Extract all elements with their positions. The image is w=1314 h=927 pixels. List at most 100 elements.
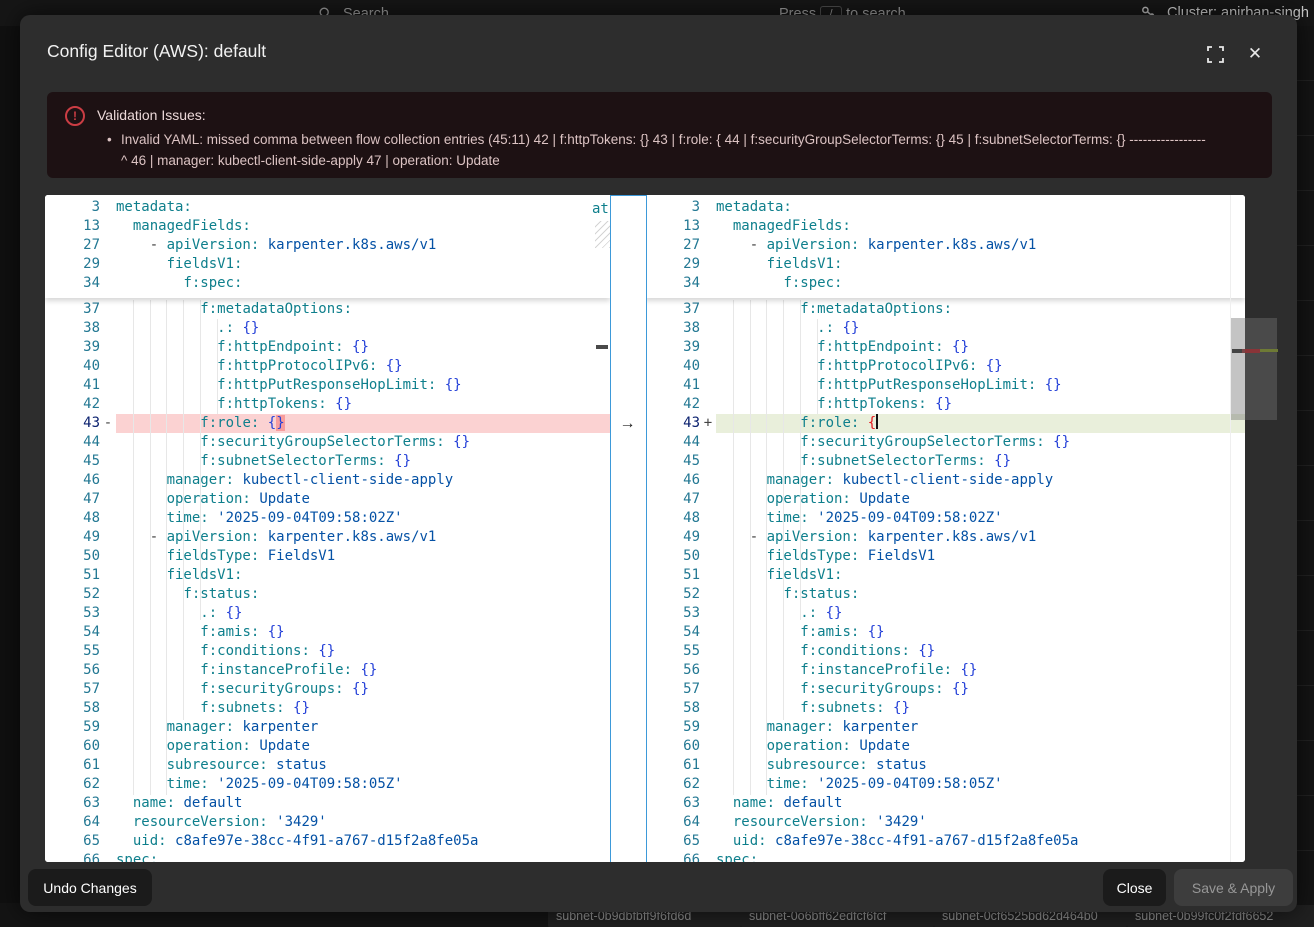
- line-number: 49: [45, 528, 100, 547]
- code-line: 49 - apiVersion: karpenter.k8s.aws/v1: [645, 528, 1245, 547]
- overview-marker: [596, 345, 608, 349]
- diff-sash[interactable]: [610, 195, 647, 862]
- code-line: 63 name: default: [45, 794, 610, 813]
- code-line: 41 f:httpPutResponseHopLimit: {}: [645, 376, 1245, 395]
- code-line: 44 f:securityGroupSelectorTerms: {}: [45, 433, 610, 452]
- code-text: time: '2025-09-04T09:58:05Z': [716, 775, 1245, 794]
- indent-guide: [766, 300, 767, 795]
- line-number: 48: [45, 509, 100, 528]
- code-line: 29 fieldsV1:: [645, 255, 1245, 274]
- code-text: f:httpEndpoint: {}: [716, 338, 1245, 357]
- hidden-region-hatch: [595, 221, 610, 248]
- line-number: 45: [645, 452, 700, 471]
- diff-sign: [700, 471, 716, 490]
- line-number: 64: [645, 813, 700, 832]
- diff-sign: [700, 547, 716, 566]
- code-text: f:amis: {}: [116, 623, 610, 642]
- line-number: 65: [645, 832, 700, 851]
- scrollbar-slider[interactable]: [1231, 318, 1245, 420]
- line-number: 62: [45, 775, 100, 794]
- code-line: 66spec:: [45, 851, 610, 862]
- code-text: f:instanceProfile: {}: [116, 661, 610, 680]
- code-text: name: default: [716, 794, 1245, 813]
- indent-guide: [217, 319, 218, 414]
- code-line: 45 f:subnetSelectorTerms: {}: [645, 452, 1245, 471]
- code-text: f:role: {: [716, 414, 1245, 433]
- close-footer-button[interactable]: Close: [1103, 869, 1166, 906]
- code-text: fieldsType: FieldsV1: [116, 547, 610, 566]
- code-text: time: '2025-09-04T09:58:05Z': [116, 775, 610, 794]
- diff-sign: [100, 433, 116, 452]
- diff-sign: [700, 509, 716, 528]
- bullet-icon: •: [107, 129, 121, 171]
- code-text: .: {}: [716, 319, 1245, 338]
- arrow-right-icon: →: [620, 415, 636, 432]
- code-text: f:securityGroupSelectorTerms: {}: [116, 433, 610, 452]
- code-text: manager: karpenter: [716, 718, 1245, 737]
- modified-pane[interactable]: 3metadata:13 managedFields:27 - apiVersi…: [645, 195, 1245, 862]
- code-text: managedFields:: [116, 217, 610, 236]
- diff-sign: [100, 198, 116, 217]
- diff-sign: [100, 642, 116, 661]
- original-code[interactable]: 37 f:metadataOptions:38 .: {}39 f:httpEn…: [45, 300, 610, 862]
- modified-code[interactable]: 37 f:metadataOptions:38 .: {}39 f:httpEn…: [645, 300, 1245, 862]
- code-text: f:conditions: {}: [116, 642, 610, 661]
- code-text: - apiVersion: karpenter.k8s.aws/v1: [716, 236, 1245, 255]
- indent-guide: [133, 300, 134, 795]
- code-text: f:status:: [716, 585, 1245, 604]
- diff-sign: [100, 775, 116, 794]
- line-number: 58: [645, 699, 700, 718]
- code-text: f:spec:: [716, 274, 1245, 293]
- diff-sign: [100, 547, 116, 566]
- code-text: f:instanceProfile: {}: [716, 661, 1245, 680]
- expand-button[interactable]: [1204, 44, 1226, 64]
- diff-sign: [700, 851, 716, 862]
- code-text: f:subnetSelectorTerms: {}: [116, 452, 610, 471]
- code-line: 58 f:subnets: {}: [45, 699, 610, 718]
- diff-sign: [100, 376, 116, 395]
- code-line: 47 operation: Update: [645, 490, 1245, 509]
- save-apply-button[interactable]: Save & Apply: [1174, 869, 1293, 906]
- code-line: 44 f:securityGroupSelectorTerms: {}: [645, 433, 1245, 452]
- original-pane[interactable]: 3metadata:13 managedFields:27 - apiVersi…: [45, 195, 610, 862]
- line-number: 3: [645, 198, 700, 217]
- code-line: 55 f:conditions: {}: [645, 642, 1245, 661]
- overview-ruler[interactable]: [1245, 318, 1277, 420]
- undo-changes-button[interactable]: Undo Changes: [28, 869, 152, 906]
- diff-sign: [700, 395, 716, 414]
- code-line: 40 f:httpProtocolIPv6: {}: [645, 357, 1245, 376]
- diff-sign: [100, 452, 116, 471]
- diff-sign: [100, 528, 116, 547]
- line-number: 13: [45, 217, 100, 236]
- line-number: 34: [45, 274, 100, 293]
- line-number: 65: [45, 832, 100, 851]
- diff-sign: [100, 357, 116, 376]
- diff-sign: [700, 490, 716, 509]
- diff-sign: [100, 737, 116, 756]
- diff-sign: [700, 357, 716, 376]
- line-number: 37: [645, 300, 700, 319]
- code-text: operation: Update: [116, 490, 610, 509]
- diff-sign: [100, 718, 116, 737]
- diff-sign: [700, 661, 716, 680]
- code-line: 3metadata:: [645, 198, 1245, 217]
- code-text: operation: Update: [716, 737, 1245, 756]
- line-number: 51: [45, 566, 100, 585]
- indent-guide: [150, 300, 151, 795]
- diff-sign: [100, 274, 116, 293]
- scrollbar-track[interactable]: [1230, 195, 1245, 862]
- diff-sign: [100, 217, 116, 236]
- line-number: 40: [45, 357, 100, 376]
- code-line: 56 f:instanceProfile: {}: [645, 661, 1245, 680]
- revert-change-button[interactable]: →: [610, 414, 645, 433]
- code-line: 66spec:: [645, 851, 1245, 862]
- code-text: f:subnets: {}: [716, 699, 1245, 718]
- yaml-diff-editor[interactable]: 3metadata:13 managedFields:27 - apiVersi…: [45, 195, 1245, 862]
- line-number: 57: [645, 680, 700, 699]
- indent-guide: [183, 300, 184, 720]
- diff-sign: [700, 433, 716, 452]
- diff-sign: [700, 775, 716, 794]
- close-button[interactable]: ✕: [1244, 44, 1266, 64]
- line-number: 61: [645, 756, 700, 775]
- code-text: subresource: status: [716, 756, 1245, 775]
